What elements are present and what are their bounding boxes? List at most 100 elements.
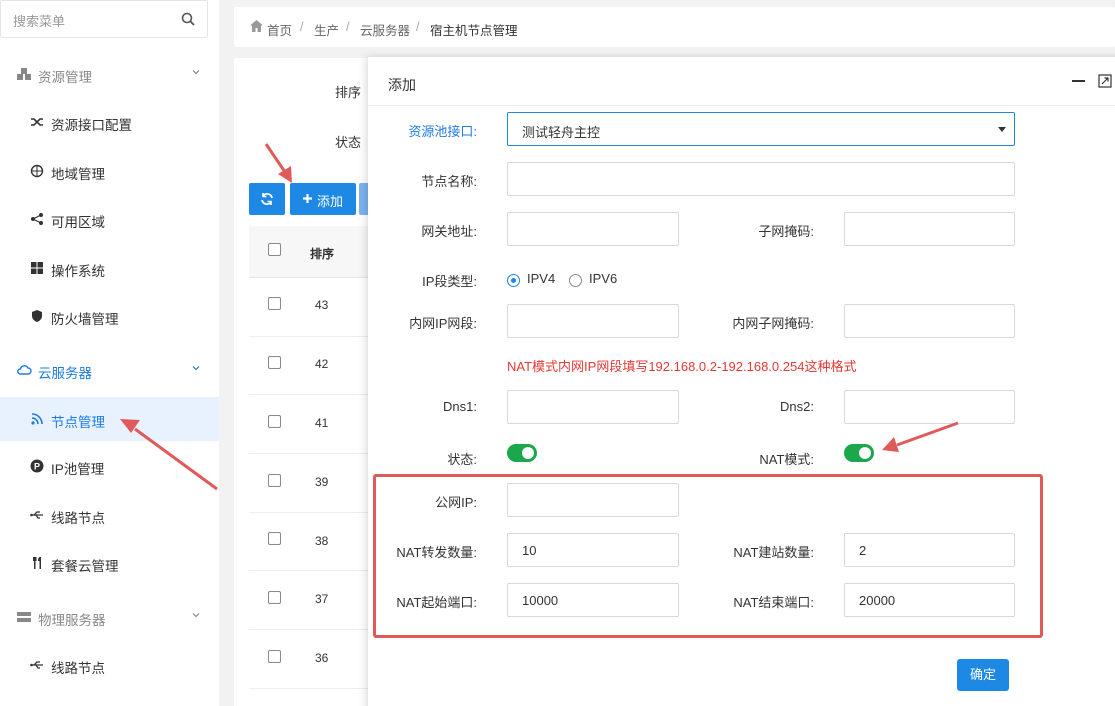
dns2-label: Dns2:	[780, 399, 814, 414]
sidebar-item-ip-pool[interactable]: P IP池管理	[0, 444, 219, 488]
row-divider	[249, 629, 379, 630]
cloud-icon	[17, 365, 32, 375]
dialog-header-divider	[368, 105, 1115, 106]
breadcrumb-current: 宿主机节点管理	[430, 24, 518, 38]
row-checkbox[interactable]	[268, 532, 281, 545]
lan-ip-label: 内网IP网段:	[409, 316, 477, 331]
ipv6-label: IPV6	[589, 271, 618, 286]
chevron-down-icon	[192, 613, 200, 618]
sidebar-item-label: 线路节点	[51, 661, 105, 676]
nav-group-physical[interactable]: 物理服务器	[0, 603, 219, 633]
cutlery-icon	[33, 557, 41, 569]
parking-icon: P	[30, 459, 44, 473]
nat-end-port-label: NAT结束端口:	[733, 595, 814, 610]
node-name-input[interactable]	[507, 162, 1015, 196]
sidebar-item-label: 可用区域	[51, 215, 105, 230]
nat-format-hint: NAT模式内网IP网段填写192.168.0.2-192.168.0.254这种…	[507, 359, 857, 374]
sort-column-header[interactable]: 排序	[310, 245, 334, 262]
subnet-label: 子网掩码:	[758, 224, 814, 239]
share-icon	[31, 213, 43, 225]
select-all-checkbox[interactable]	[268, 243, 281, 256]
search-icon[interactable]	[181, 12, 195, 26]
gateway-label: 网关地址:	[421, 224, 477, 239]
status-toggle[interactable]	[507, 444, 537, 462]
sidebar-item-label: 资源接口配置	[51, 118, 132, 133]
nat-forward-label: NAT转发数量:	[396, 545, 477, 560]
gateway-input[interactable]	[507, 212, 679, 246]
nat-mode-label: NAT模式:	[759, 452, 814, 467]
add-button[interactable]: 添加	[290, 183, 356, 215]
maximize-icon[interactable]	[1098, 74, 1112, 88]
sidebar-item-label: 操作系统	[51, 264, 105, 279]
table-row-sort: 43	[315, 298, 329, 312]
dns2-input[interactable]	[844, 390, 1015, 424]
nat-site-input[interactable]: 2	[844, 533, 1015, 567]
ipv6-radio[interactable]	[569, 274, 582, 287]
public-ip-input[interactable]	[507, 483, 679, 517]
minimize-icon[interactable]	[1072, 80, 1085, 82]
nav-group-label: 资源管理	[38, 70, 92, 85]
table-row-sort: 38	[315, 534, 329, 548]
row-divider	[249, 336, 379, 337]
nat-start-port-value: 10000	[522, 593, 559, 608]
row-checkbox[interactable]	[268, 591, 281, 604]
ipv4-label: IPV4	[527, 271, 556, 286]
breadcrumb-home[interactable]: 首页	[267, 20, 292, 39]
sidebar-item-os[interactable]: 操作系统	[0, 246, 219, 290]
nav-group-cloud[interactable]: 云服务器	[0, 356, 219, 386]
sidebar-item-label: 节点管理	[51, 415, 105, 430]
nat-forward-input[interactable]: 10	[507, 533, 679, 567]
breadcrumb-separator: /	[416, 20, 420, 34]
nat-end-port-value: 20000	[859, 593, 896, 608]
search-box[interactable]: 搜索菜单	[0, 0, 208, 38]
breadcrumb-separator: /	[346, 20, 350, 34]
ipv4-radio[interactable]	[507, 274, 520, 287]
usb-icon	[30, 511, 43, 519]
breadcrumb-cloud[interactable]: 云服务器	[360, 20, 410, 39]
sidebar: 搜索菜单 资源管理 资源接口配置 地域管理 可用区域 操作系统 防火墙管理 云服…	[0, 0, 219, 706]
row-divider	[249, 394, 379, 395]
sidebar-item-label: 防火墙管理	[51, 312, 119, 327]
breadcrumb-production[interactable]: 生产	[314, 20, 339, 39]
nat-site-value: 2	[859, 543, 867, 558]
caret-down-icon	[998, 127, 1006, 132]
sidebar-item-resource-api[interactable]: 资源接口配置	[0, 100, 219, 144]
sidebar-item-zone[interactable]: 可用区域	[0, 197, 219, 241]
pool-select[interactable]: 测试轻舟主控	[507, 112, 1015, 146]
nav-group-label: 云服务器	[38, 366, 92, 381]
usb-icon	[30, 661, 43, 669]
breadcrumb-separator: /	[300, 20, 304, 34]
nat-start-port-input[interactable]: 10000	[507, 583, 679, 617]
row-checkbox[interactable]	[268, 650, 281, 663]
lan-mask-label: 内网子网掩码:	[732, 316, 814, 331]
row-checkbox[interactable]	[268, 356, 281, 369]
sidebar-item-line-node-2[interactable]: 线路节点	[0, 643, 219, 687]
table-row-sort: 42	[315, 357, 329, 371]
nat-mode-toggle[interactable]	[844, 444, 874, 462]
row-checkbox[interactable]	[268, 474, 281, 487]
refresh-button[interactable]	[249, 183, 285, 215]
row-checkbox[interactable]	[268, 415, 281, 428]
sidebar-item-package-cloud[interactable]: 套餐云管理	[0, 541, 219, 585]
sidebar-item-line-node[interactable]: 线路节点	[0, 493, 219, 537]
shield-icon	[32, 310, 42, 322]
sidebar-item-label: IP池管理	[51, 462, 105, 477]
globe-icon	[30, 164, 44, 178]
search-input[interactable]: 搜索菜单	[13, 11, 65, 30]
lan-ip-input[interactable]	[507, 304, 679, 338]
sidebar-item-firewall[interactable]: 防火墙管理	[0, 294, 219, 338]
confirm-button[interactable]: 确定	[957, 659, 1009, 691]
subnet-input[interactable]	[844, 212, 1015, 246]
chevron-down-icon	[192, 366, 200, 371]
dns1-label: Dns1:	[443, 399, 477, 414]
lan-mask-input[interactable]	[844, 304, 1015, 338]
plus-icon	[303, 194, 312, 203]
sort-filter-label: 排序	[335, 85, 362, 100]
sidebar-item-node-management[interactable]: 节点管理	[0, 397, 219, 441]
sidebar-item-region[interactable]: 地域管理	[0, 149, 219, 193]
row-checkbox[interactable]	[268, 297, 281, 310]
nat-end-port-input[interactable]: 20000	[844, 583, 1015, 617]
public-ip-label: 公网IP:	[435, 495, 477, 510]
dns1-input[interactable]	[507, 390, 679, 424]
nav-group-resource[interactable]: 资源管理	[0, 60, 219, 90]
